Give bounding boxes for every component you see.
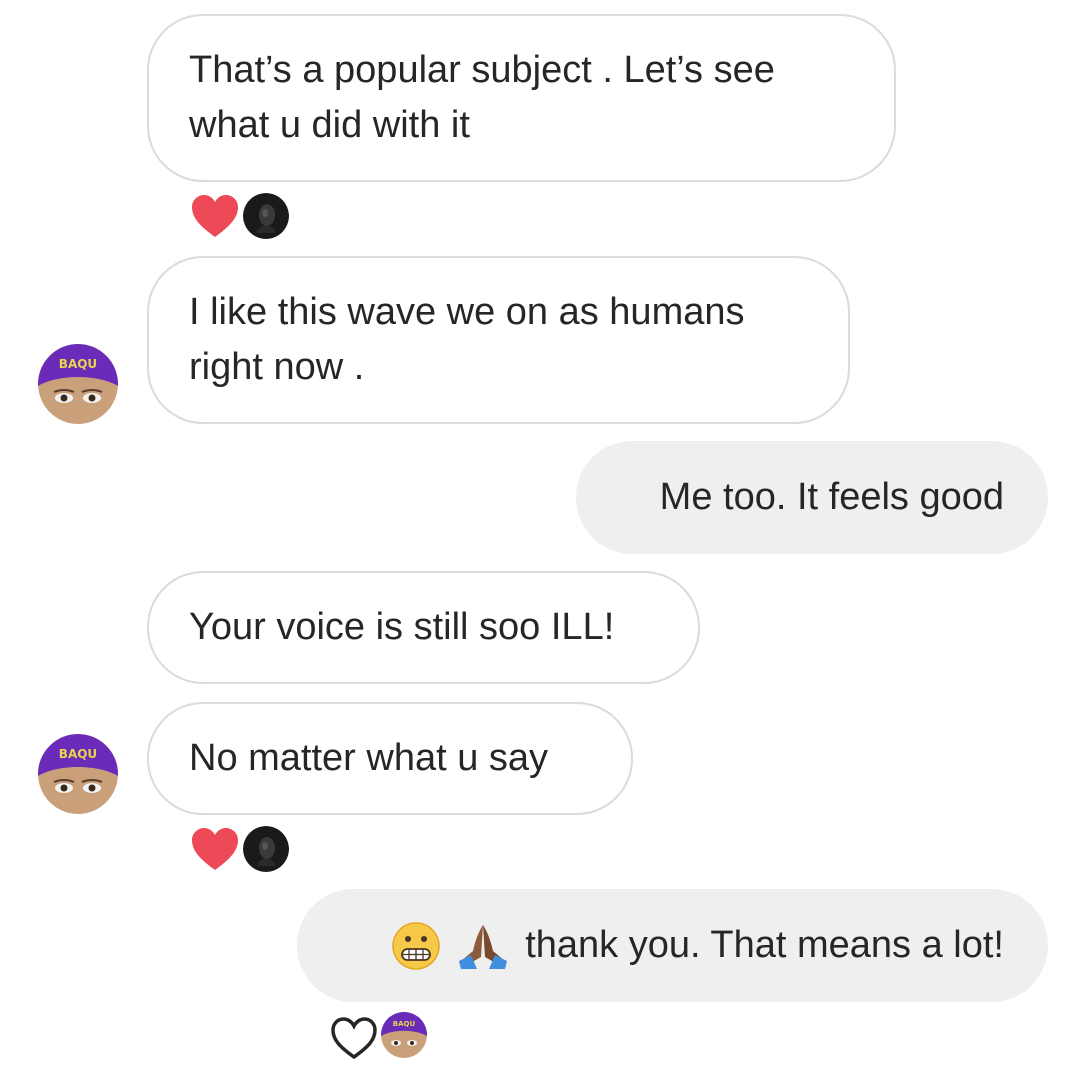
incoming-message-bubble[interactable]: Your voice is still soo ILL!: [147, 571, 700, 684]
message-text: thank you. That means a lot!: [525, 924, 1004, 966]
message-text: No matter what u say: [189, 737, 549, 779]
incoming-message-bubble[interactable]: No matter what u say: [147, 702, 633, 815]
svg-text:BAQU: BAQU: [59, 357, 97, 371]
svg-text:BAQU: BAQU: [59, 747, 97, 761]
folded-hands-emoji: [459, 924, 508, 969]
incoming-message-bubble[interactable]: I like this wave we on as humans right n…: [147, 256, 850, 424]
incoming-message-bubble[interactable]: That’s a popular subject . Let’s see wha…: [147, 14, 896, 182]
reactor-avatar[interactable]: [243, 193, 289, 239]
grimacing-face-emoji: [392, 921, 440, 970]
message-text: Your voice is still soo ILL!: [189, 606, 615, 648]
sender-avatar[interactable]: BAQU: [38, 344, 118, 424]
svg-text:BAQU: BAQU: [393, 1020, 416, 1028]
heart-outline-icon[interactable]: [329, 1015, 379, 1061]
heart-filled-icon[interactable]: [190, 193, 240, 239]
message-text: Me too. It feels good: [659, 476, 1004, 518]
outgoing-message-bubble[interactable]: Me too. It feels good: [576, 441, 1048, 554]
heart-filled-icon[interactable]: [190, 826, 240, 872]
message-text: That’s a popular subject . Let’s see wha…: [189, 49, 775, 146]
sender-avatar[interactable]: BAQU: [38, 734, 118, 814]
reactor-avatar[interactable]: [243, 826, 289, 872]
message-text: I like this wave we on as humans right n…: [189, 291, 745, 388]
reactor-avatar[interactable]: BAQU: [381, 1012, 427, 1058]
outgoing-message-bubble[interactable]: thank you. That means a lot!: [297, 889, 1048, 1002]
